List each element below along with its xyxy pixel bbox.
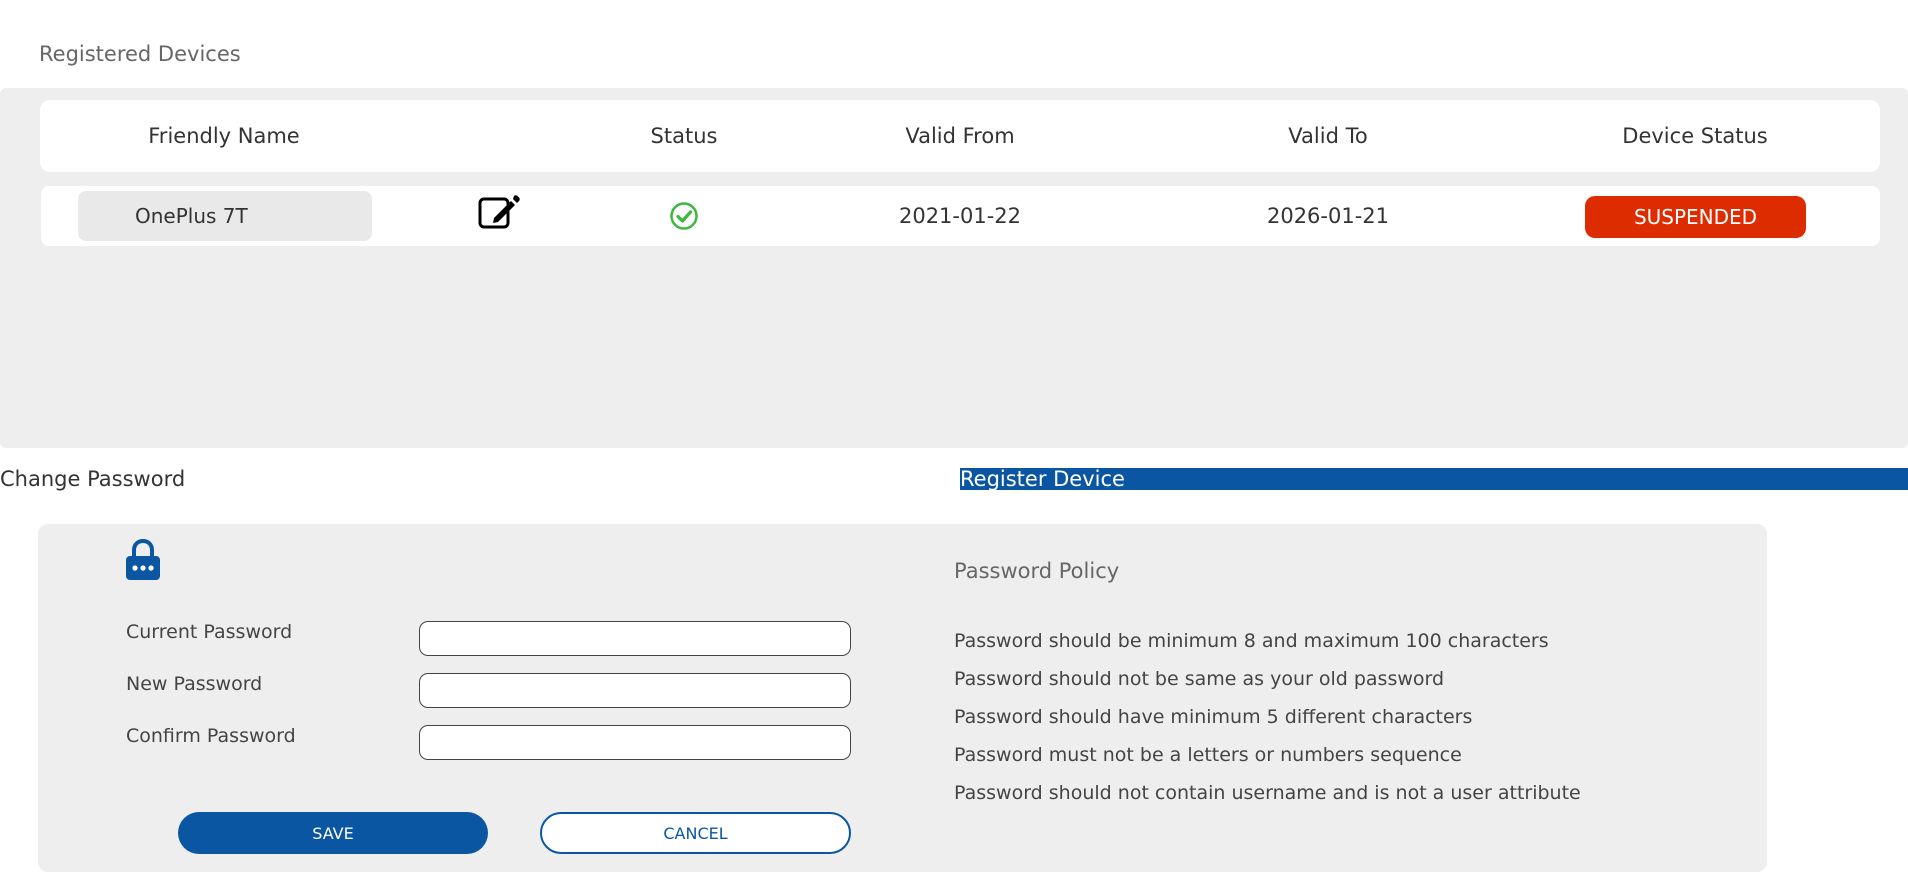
friendly-name-field: OnePlus 7T [78,191,372,241]
confirm-password-input[interactable] [419,725,851,760]
confirm-password-label: Confirm Password [126,725,296,747]
current-password-label: Current Password [126,621,293,643]
registered-devices-panel: Friendly Name Status Valid From Valid To… [0,88,1908,448]
column-header-friendly-name: Friendly Name [148,124,300,148]
new-password-label: New Password [126,673,263,695]
check-circle-icon [670,202,698,230]
registered-devices-title: Registered Devices [39,42,241,66]
policy-rule: Password must not be a letters or number… [954,744,1462,766]
valid-from-cell: 2021-01-22 [898,204,1022,228]
policy-rule: Password should not be same as your old … [954,668,1445,690]
policy-rule: Password should have minimum 5 different… [954,706,1473,728]
column-header-valid-to: Valid To [1288,124,1368,148]
cancel-button[interactable]: CANCEL [540,812,851,854]
password-policy-list: Password should be minimum 8 and maximum… [954,622,1581,812]
edit-icon[interactable] [477,192,523,232]
device-status-button[interactable]: SUSPENDED [1585,196,1806,238]
save-button[interactable]: SAVE [178,812,488,854]
column-header-status: Status [650,124,718,148]
new-password-input[interactable] [419,673,851,708]
column-header-device-status: Device Status [1622,124,1768,148]
policy-rule: Password should not contain username and… [954,782,1581,804]
current-password-input[interactable] [419,621,851,656]
devices-table-header: Friendly Name Status Valid From Valid To… [40,100,1880,172]
lock-icon [126,539,160,580]
valid-to-cell: 2026-01-21 [1266,204,1390,228]
tab-register-device[interactable]: Register Device [960,468,1908,490]
password-policy-title: Password Policy [954,559,1120,583]
policy-rule: Password should be minimum 8 and maximum… [954,630,1549,652]
tab-change-password[interactable]: Change Password [0,467,185,491]
change-password-panel: Current Password New Password Confirm Pa… [38,524,1767,872]
table-row: OnePlus 7T 2021-01-22 2026-01-21 SUSPEND… [41,186,1880,246]
column-header-valid-from: Valid From [905,124,1015,148]
